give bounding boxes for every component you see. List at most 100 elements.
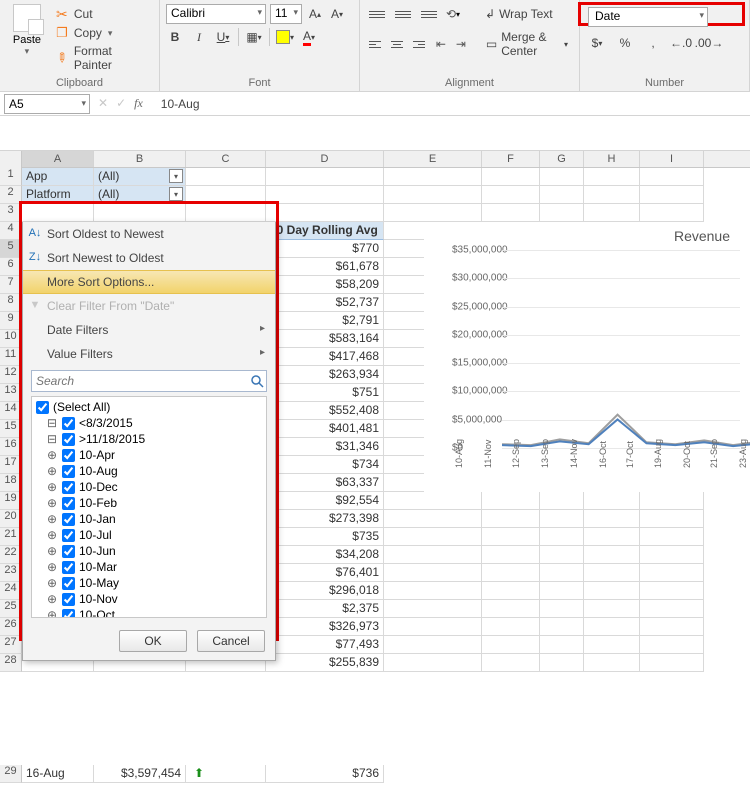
cell-G3[interactable] [540,204,584,222]
cell-G24[interactable] [540,582,584,600]
cell-D28[interactable]: $255,839 [266,654,384,672]
cell-I1[interactable] [640,168,704,186]
filter-checkbox[interactable] [62,593,75,606]
cell-D5[interactable]: $770 [266,240,384,258]
cell-H27[interactable] [584,636,640,654]
cell-B3[interactable] [94,204,186,222]
filter-search-input[interactable] [32,374,248,388]
cell-G22[interactable] [540,546,584,564]
filter-checkbox[interactable] [62,433,75,446]
underline-button[interactable]: U▾ [214,28,232,46]
row-header-9[interactable]: 9 [0,312,22,330]
filter-item[interactable]: ⊕10-Apr [34,447,264,463]
cell-E3[interactable] [384,204,482,222]
cell-G20[interactable] [540,510,584,528]
row-header-5[interactable]: 5 [0,240,22,258]
cell-B2[interactable]: (All) [94,186,186,204]
row-header-14[interactable]: 14 [0,402,22,420]
cell-H2[interactable] [584,186,640,204]
cell-D3[interactable] [266,204,384,222]
cell-F20[interactable] [482,510,540,528]
cell-I23[interactable] [640,564,704,582]
font-color-button[interactable]: A▾ [300,28,318,46]
bold-button[interactable]: B [166,28,184,46]
increase-indent-button[interactable]: ⇥ [452,34,470,54]
cell-D22[interactable]: $34,208 [266,546,384,564]
cell-D29[interactable]: $736 [266,765,384,783]
cell-D25[interactable]: $2,375 [266,600,384,618]
row-header-8[interactable]: 8 [0,294,22,312]
align-top-button[interactable] [366,4,388,24]
filter-item[interactable]: ⊕10-Mar [34,559,264,575]
name-box[interactable]: A5 [4,94,90,114]
filter-item[interactable]: ⊕10-May [34,575,264,591]
row-header-19[interactable]: 19 [0,492,22,510]
cancel-formula-icon[interactable]: ✕ [98,96,108,111]
cell-H25[interactable] [584,600,640,618]
cell-E26[interactable] [384,618,482,636]
cell-G2[interactable] [540,186,584,204]
cell-I21[interactable] [640,528,704,546]
align-middle-button[interactable] [392,4,414,24]
filter-item[interactable]: ⊟<8/3/2015 [34,415,264,431]
cell-I26[interactable] [640,618,704,636]
cell-F28[interactable] [482,654,540,672]
cell-E20[interactable] [384,510,482,528]
filter-checkbox[interactable] [62,609,75,618]
cell-D16[interactable]: $31,346 [266,438,384,456]
filter-item[interactable]: ⊕10-Feb [34,495,264,511]
cell-E23[interactable] [384,564,482,582]
cell-H26[interactable] [584,618,640,636]
cell-E24[interactable] [384,582,482,600]
formula-input[interactable]: 10-Aug [155,97,200,111]
cell-F22[interactable] [482,546,540,564]
row-header-2[interactable]: 2 [0,186,22,204]
fx-icon[interactable]: fx [134,96,147,111]
cell-F27[interactable] [482,636,540,654]
cell-D19[interactable]: $92,554 [266,492,384,510]
row-header-16[interactable]: 16 [0,438,22,456]
align-bottom-button[interactable] [418,4,440,24]
filter-checkbox[interactable] [62,529,75,542]
align-right-button[interactable] [410,34,428,54]
cell-D20[interactable]: $273,398 [266,510,384,528]
cell-D10[interactable]: $583,164 [266,330,384,348]
cell-E21[interactable] [384,528,482,546]
decrease-font-button[interactable]: A▾ [328,4,346,24]
cell-D21[interactable]: $735 [266,528,384,546]
cell-D26[interactable]: $326,973 [266,618,384,636]
cell-I2[interactable] [640,186,704,204]
row-header-28[interactable]: 28 [0,654,22,672]
row-header-21[interactable]: 21 [0,528,22,546]
cell-I3[interactable] [640,204,704,222]
filter-item[interactable]: ⊕10-Oct [34,607,264,617]
percent-button[interactable]: % [614,33,636,53]
col-header-E[interactable]: E [384,151,482,167]
col-header-F[interactable]: F [482,151,540,167]
row-header-27[interactable]: 27 [0,636,22,654]
cell-E1[interactable] [384,168,482,186]
header-rolling-avg[interactable]: 30 Day Rolling Avg [266,222,384,240]
filter-checkbox[interactable] [62,465,75,478]
filter-dropdown-platform[interactable] [169,187,183,201]
cell-G28[interactable] [540,654,584,672]
font-size-select[interactable]: 11 [270,4,302,24]
cell-D11[interactable]: $417,468 [266,348,384,366]
cell-F3[interactable] [482,204,540,222]
cell-E22[interactable] [384,546,482,564]
cell-D1[interactable] [266,168,384,186]
row-header-25[interactable]: 25 [0,600,22,618]
row-header-23[interactable]: 23 [0,564,22,582]
cell-G1[interactable] [540,168,584,186]
row-header-10[interactable]: 10 [0,330,22,348]
row-header-22[interactable]: 22 [0,546,22,564]
cell-I27[interactable] [640,636,704,654]
col-header-C[interactable]: C [186,151,266,167]
row-header-29[interactable]: 29 [0,765,22,783]
fill-color-button[interactable]: ▾ [276,28,294,46]
cell-D23[interactable]: $76,401 [266,564,384,582]
cell-F21[interactable] [482,528,540,546]
cell-D27[interactable]: $77,493 [266,636,384,654]
filter-checkbox[interactable] [62,561,75,574]
col-header-B[interactable]: B [94,151,186,167]
